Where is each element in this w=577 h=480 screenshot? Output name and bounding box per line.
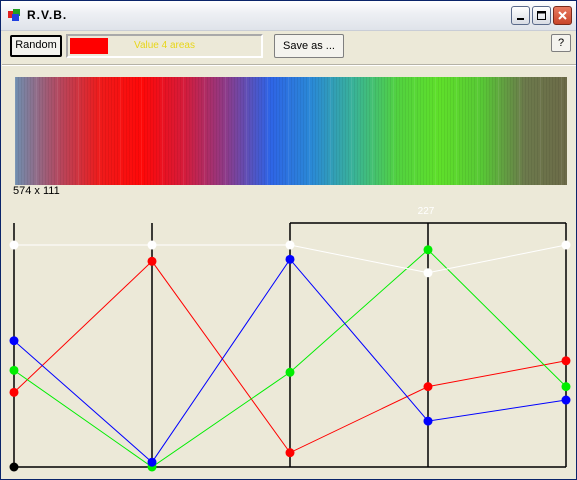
series-blue-point[interactable] bbox=[285, 254, 295, 264]
series-green-point[interactable] bbox=[9, 365, 19, 375]
maximize-icon bbox=[537, 11, 546, 20]
series-red-point[interactable] bbox=[9, 387, 19, 397]
save-as-button[interactable]: Save as ... bbox=[274, 34, 344, 58]
spectrum-size-label: 574 x 111 bbox=[13, 185, 60, 197]
window-title: R.V.B. bbox=[27, 8, 68, 22]
series-blue-point[interactable] bbox=[423, 416, 433, 426]
client-area: Random Value 4 areas Save as ... ? 574 x… bbox=[2, 31, 576, 479]
series-white-point[interactable] bbox=[561, 240, 571, 250]
series-white-point[interactable] bbox=[285, 240, 295, 250]
series-red-point[interactable] bbox=[147, 256, 157, 266]
app-window: R.V.B. Random Value 4 areas Save as ... … bbox=[0, 0, 577, 480]
series-green-point[interactable] bbox=[423, 245, 433, 255]
rgb-curve-editor[interactable]: 227 bbox=[2, 206, 577, 478]
minimize-icon bbox=[517, 18, 524, 20]
selected-value-label: 227 bbox=[418, 206, 435, 217]
color-spectrum[interactable] bbox=[15, 77, 567, 185]
random-button[interactable]: Random bbox=[10, 35, 62, 57]
series-green-point[interactable] bbox=[285, 367, 295, 377]
minimize-button[interactable] bbox=[511, 6, 530, 25]
series-white-point[interactable] bbox=[423, 268, 433, 278]
series-white-point[interactable] bbox=[9, 240, 19, 250]
series-white-point[interactable] bbox=[147, 240, 157, 250]
toolbar-separator bbox=[2, 64, 576, 66]
series-blue-point[interactable] bbox=[561, 395, 571, 405]
value-label: Value 4 areas bbox=[134, 40, 195, 51]
rgb-app-icon bbox=[8, 9, 20, 21]
title-bar[interactable]: R.V.B. bbox=[1, 1, 576, 31]
help-button[interactable]: ? bbox=[551, 34, 571, 52]
series-red-point[interactable] bbox=[423, 382, 433, 392]
series-green-point[interactable] bbox=[561, 382, 571, 392]
series-blue-point[interactable] bbox=[9, 336, 19, 346]
maximize-button[interactable] bbox=[532, 6, 551, 25]
close-icon bbox=[558, 11, 567, 20]
origin-point bbox=[9, 462, 19, 472]
series-red-point[interactable] bbox=[561, 356, 571, 366]
close-button[interactable] bbox=[553, 6, 572, 25]
current-value-display: Value 4 areas bbox=[66, 34, 263, 58]
series-blue-point[interactable] bbox=[147, 457, 157, 467]
series-red-point[interactable] bbox=[285, 448, 295, 458]
